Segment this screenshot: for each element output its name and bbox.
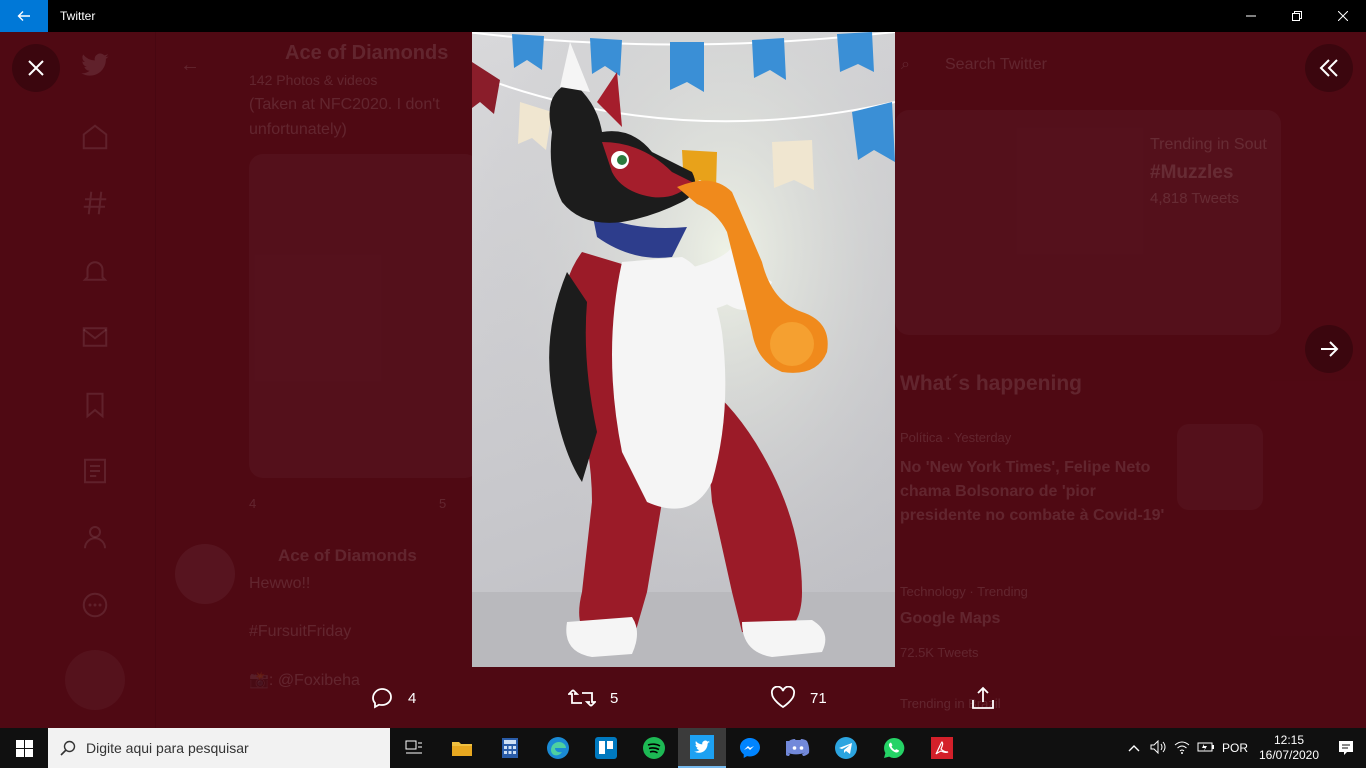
chevron-up-icon xyxy=(1128,745,1140,752)
clock[interactable]: 12:15 16/07/2020 xyxy=(1252,733,1326,763)
close-icon xyxy=(1338,11,1348,21)
double-chevron-left-icon xyxy=(1319,59,1338,77)
taskbar-search-box[interactable]: Digite aqui para pesquisar xyxy=(48,728,390,768)
discord-icon xyxy=(786,739,810,756)
speaker-icon xyxy=(1150,739,1166,754)
show-hidden-icons-button[interactable] xyxy=(1122,741,1146,755)
clock-time: 12:15 xyxy=(1273,733,1305,747)
wifi-icon xyxy=(1174,741,1190,754)
reply-icon xyxy=(372,688,392,709)
action-center-button[interactable] xyxy=(1326,740,1366,756)
telegram-button[interactable] xyxy=(822,728,870,768)
restore-button[interactable] xyxy=(1274,0,1320,32)
back-button[interactable] xyxy=(0,0,48,32)
notification-icon xyxy=(1339,741,1353,755)
trello-button[interactable] xyxy=(582,728,630,768)
task-view-button[interactable] xyxy=(390,728,438,768)
acrobat-button[interactable] xyxy=(918,728,966,768)
acrobat-icon xyxy=(931,737,953,759)
network-button[interactable] xyxy=(1170,740,1194,757)
twitter-app: ← Ace of Diamonds 142 Photos & videos (T… xyxy=(0,32,1366,728)
close-window-button[interactable] xyxy=(1320,0,1366,32)
spotify-icon xyxy=(643,737,665,759)
minimize-button[interactable] xyxy=(1228,0,1274,32)
window-title: Twitter xyxy=(60,9,96,23)
heart-icon xyxy=(771,686,795,709)
close-icon xyxy=(28,60,44,76)
retweet-icon xyxy=(568,689,596,707)
retweet-count: 5 xyxy=(610,689,619,707)
windows-taskbar: Digite aqui para pesquisar POR 12:15 16/… xyxy=(0,728,1366,768)
window-titlebar: Twitter xyxy=(0,0,1366,32)
power-button[interactable] xyxy=(1194,741,1218,756)
share-icon xyxy=(972,686,994,709)
windows-logo-icon xyxy=(15,739,33,757)
spotify-button[interactable] xyxy=(630,728,678,768)
start-button[interactable] xyxy=(0,728,48,768)
next-image-button[interactable] xyxy=(1305,325,1353,373)
messenger-icon xyxy=(740,738,760,758)
file-explorer-button[interactable] xyxy=(438,728,486,768)
messenger-button[interactable] xyxy=(726,728,774,768)
reply-count: 4 xyxy=(408,689,417,707)
task-view-icon xyxy=(405,740,422,754)
like-count: 71 xyxy=(810,689,827,707)
arrow-right-icon xyxy=(1321,341,1339,357)
close-media-button[interactable] xyxy=(12,44,60,92)
twitter-taskbar-button[interactable] xyxy=(678,728,726,768)
system-tray: POR 12:15 16/07/2020 xyxy=(1122,728,1366,768)
input-language-indicator[interactable]: POR xyxy=(1218,741,1252,755)
search-placeholder: Digite aqui para pesquisar xyxy=(86,740,249,756)
trello-icon xyxy=(595,737,617,759)
search-icon xyxy=(60,740,76,756)
media-actions-bar: 4 5 71 xyxy=(0,680,1366,720)
twitter-icon xyxy=(690,735,714,759)
restore-icon xyxy=(1292,11,1302,21)
reply-button[interactable]: 4 xyxy=(370,680,416,716)
share-button[interactable] xyxy=(970,680,996,716)
whatsapp-button[interactable] xyxy=(870,728,918,768)
edge-button[interactable] xyxy=(534,728,582,768)
calculator-button[interactable] xyxy=(486,728,534,768)
back-arrow-icon xyxy=(17,11,30,21)
volume-button[interactable] xyxy=(1146,739,1170,757)
discord-button[interactable] xyxy=(774,728,822,768)
calculator-icon xyxy=(502,738,518,758)
like-button[interactable]: 71 xyxy=(770,680,827,716)
minimize-icon xyxy=(1246,15,1256,17)
edge-icon xyxy=(547,737,569,759)
clock-date: 16/07/2020 xyxy=(1258,748,1320,762)
media-image xyxy=(472,32,895,667)
folder-icon xyxy=(452,742,472,756)
expand-details-button[interactable] xyxy=(1305,44,1353,92)
battery-plug-icon xyxy=(1197,742,1214,751)
retweet-button[interactable]: 5 xyxy=(568,680,618,716)
telegram-icon xyxy=(835,737,857,759)
whatsapp-icon xyxy=(884,737,905,758)
fursuit-photo xyxy=(472,32,895,667)
